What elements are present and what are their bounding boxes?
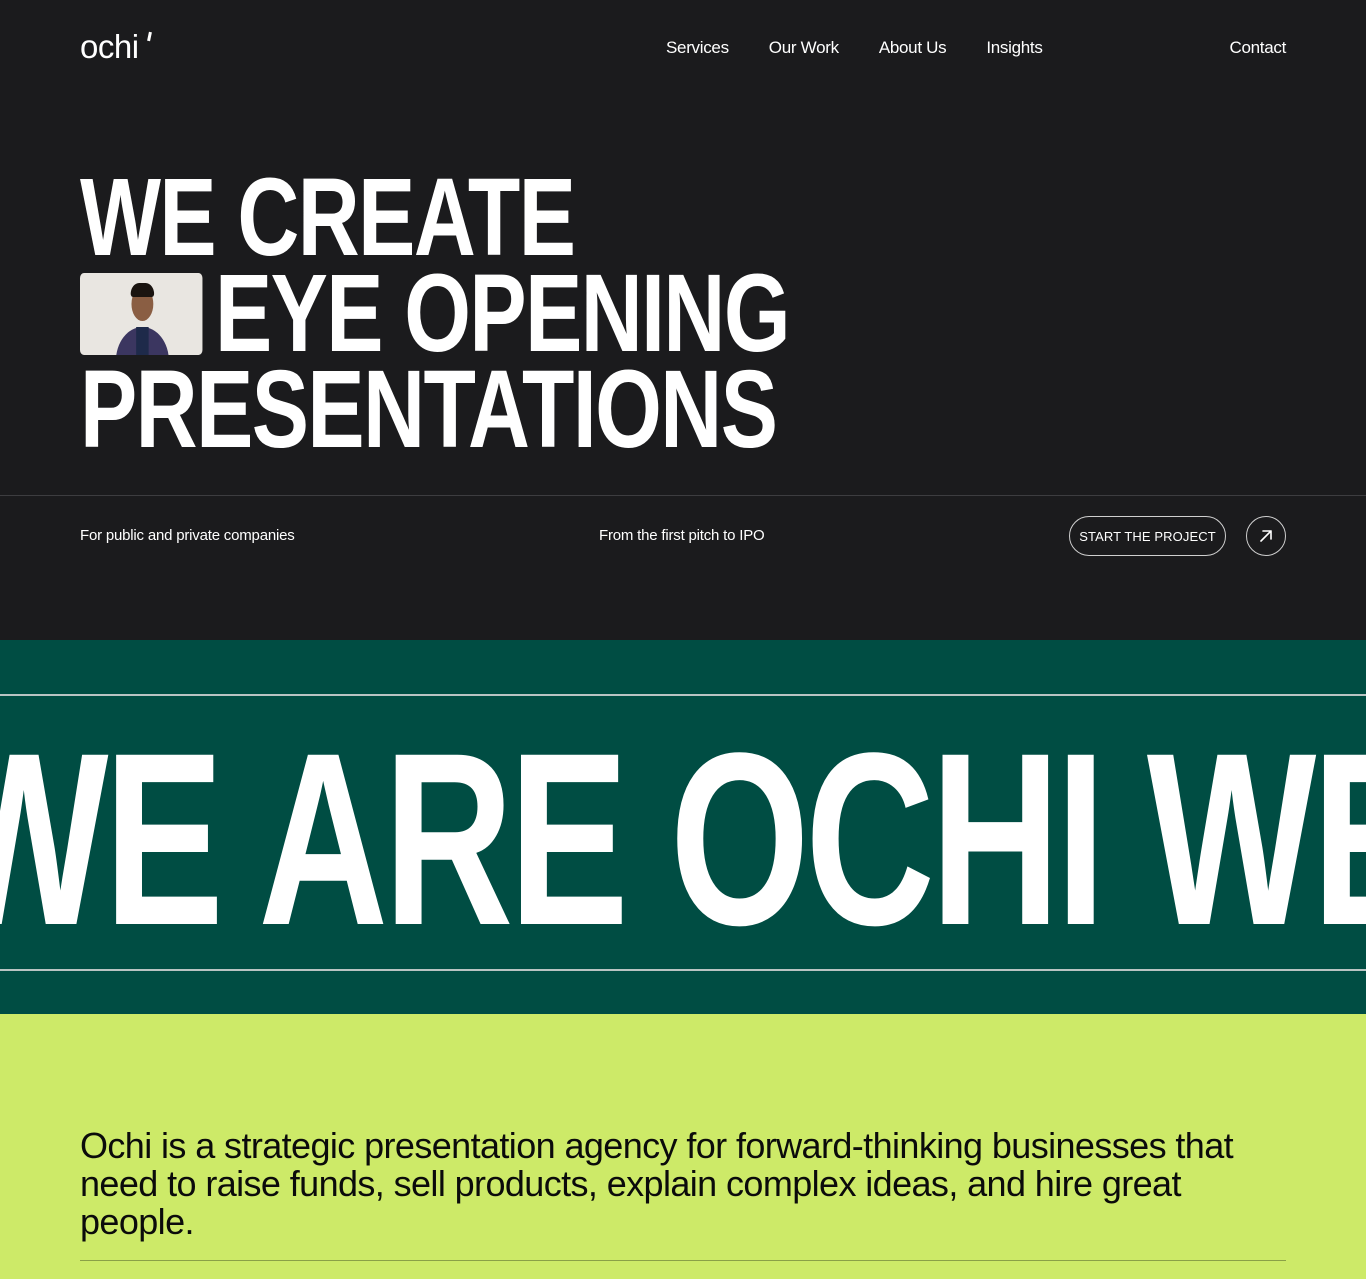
arrow-up-right-icon [1260,530,1272,542]
nav-link-about-us[interactable]: About Us [879,38,947,58]
hero-meta-pitch: From the first pitch to IPO [599,527,765,544]
hero-meta-companies: For public and private companies [80,527,295,544]
founder-photo [80,273,203,355]
hero-divider [0,495,1366,496]
marquee-divider-top [0,694,1366,696]
about-divider [80,1260,1286,1261]
headline-text: PRESENTATIONS [80,348,778,471]
nav-link-insights[interactable]: Insights [986,38,1042,58]
top-nav: ochi Services Our Work About Us Insights… [80,28,1286,68]
nav-link-contact[interactable]: Contact [1230,38,1287,58]
nav-link-services[interactable]: Services [666,38,729,58]
marquee-text: WE ARE OCHI WE ARE [0,702,1366,977]
nav-links: Services Our Work About Us Insights [666,38,1043,58]
hero-headline: WE CREATE EYE OPENING PRESENTATIONS [80,163,980,471]
marquee-section: WE ARE OCHI WE ARE [0,640,1366,1014]
about-section: Ochi is a strategic presentation agency … [0,1014,1366,1279]
marquee-divider-bottom [0,969,1366,971]
start-project-arrow-button[interactable] [1246,516,1286,556]
start-project-button[interactable]: START THE PROJECT [1069,516,1226,556]
nav-link-our-work[interactable]: Our Work [769,38,839,58]
ochi-logo[interactable]: ochi [80,30,139,64]
headline-line-3: PRESENTATIONS [80,348,782,471]
hero-section: ochi Services Our Work About Us Insights… [0,0,1366,640]
about-description: Ochi is a strategic presentation agency … [80,1125,1234,1242]
logo-accent-mark [147,31,152,42]
